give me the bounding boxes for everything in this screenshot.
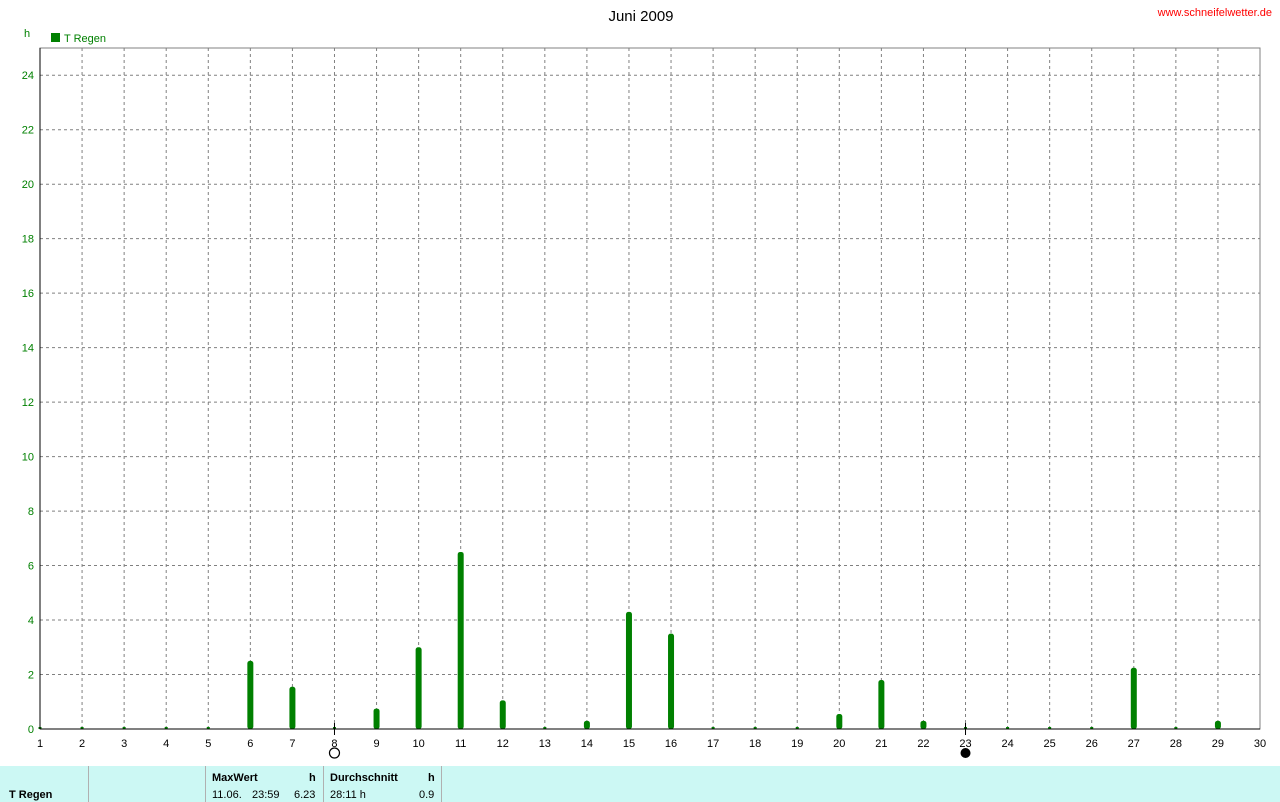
- x-tick-label: 15: [623, 738, 635, 750]
- y-tick-label: 8: [28, 506, 34, 518]
- x-tick-label: 1: [37, 738, 43, 750]
- x-tick-label: 12: [497, 738, 509, 750]
- avg-unit: h: [428, 772, 435, 784]
- bar: [920, 720, 927, 729]
- legend-label: T Regen: [64, 33, 106, 45]
- x-tick-label: 6: [247, 738, 253, 750]
- bar: [668, 633, 675, 729]
- watermark-link[interactable]: www.schneifelwetter.de: [1157, 7, 1272, 19]
- x-tick-label: 22: [917, 738, 929, 750]
- max-date: 11.06.: [212, 789, 242, 801]
- x-tick-label: 27: [1128, 738, 1140, 750]
- stats-row-label: T Regen: [9, 789, 53, 801]
- avg-time: 28:11 h: [330, 789, 366, 801]
- stats-table: T Regen MaxWert h 11.06. 23:59 6.23 Durc…: [0, 766, 1280, 802]
- y-tick-label: 20: [22, 179, 34, 191]
- bar: [457, 551, 464, 729]
- y-tick-label: 6: [28, 561, 34, 573]
- x-tick-label: 7: [289, 738, 295, 750]
- bar: [583, 720, 590, 729]
- bar: [289, 686, 296, 729]
- x-tick-label: 2: [79, 738, 85, 750]
- x-tick-label: 30: [1254, 738, 1266, 750]
- x-tick-label: 16: [665, 738, 677, 750]
- y-tick-label: 12: [22, 397, 34, 409]
- x-tick-label: 28: [1170, 738, 1182, 750]
- x-tick-label: 10: [412, 738, 424, 750]
- legend-swatch: [51, 33, 60, 42]
- x-tick-label: 20: [833, 738, 845, 750]
- avg-value: 0.9: [419, 789, 435, 801]
- x-tick-label: 29: [1212, 738, 1224, 750]
- y-axis-unit-label: h: [24, 28, 30, 40]
- max-value: 6.23: [294, 789, 316, 801]
- y-tick-label: 2: [28, 670, 34, 682]
- y-tick-label: 18: [22, 234, 34, 246]
- x-tick-label: 14: [581, 738, 593, 750]
- avg-header: Durchschnitt: [330, 772, 398, 784]
- max-unit: h: [309, 772, 316, 784]
- max-time: 23:59: [252, 789, 280, 801]
- bar: [878, 679, 885, 729]
- x-tick-label: 5: [205, 738, 211, 750]
- x-tick-label: 11: [455, 738, 466, 750]
- y-tick-label: 10: [22, 452, 34, 464]
- y-tick-label: 0: [28, 724, 34, 736]
- bar: [373, 708, 380, 729]
- x-tick-label: 17: [707, 738, 719, 750]
- y-tick-label: 24: [22, 70, 34, 82]
- bar: [1130, 667, 1137, 729]
- max-header: MaxWert: [212, 772, 258, 784]
- x-tick-label: 9: [373, 738, 379, 750]
- chart-title: Juni 2009: [608, 8, 673, 25]
- bar: [1214, 720, 1221, 729]
- chart: Juni 2009 www.schneifelwetter.de h T Reg…: [22, 7, 1272, 759]
- y-tick-label: 22: [22, 125, 34, 137]
- y-tick-label: 4: [28, 615, 34, 627]
- y-tick-label: 14: [22, 343, 34, 355]
- bar: [625, 611, 632, 729]
- x-tick-label: 25: [1044, 738, 1056, 750]
- new-moon-icon: [960, 748, 971, 758]
- x-tick-label: 26: [1086, 738, 1098, 750]
- x-tick-label: 18: [749, 738, 761, 750]
- x-tick-label: 4: [163, 738, 169, 750]
- x-tick-label: 3: [121, 738, 127, 750]
- x-tick-label: 13: [539, 738, 551, 750]
- plot-frame: [39, 47, 1261, 730]
- y-tick-label: 16: [22, 288, 34, 300]
- full-moon-icon: [328, 747, 341, 759]
- bar: [499, 700, 506, 729]
- bar: [415, 647, 422, 729]
- bar: [836, 714, 843, 729]
- bar: [247, 660, 254, 729]
- x-tick-label: 19: [791, 738, 803, 750]
- x-tick-label: 21: [875, 738, 887, 750]
- x-tick-label: 24: [1001, 738, 1013, 750]
